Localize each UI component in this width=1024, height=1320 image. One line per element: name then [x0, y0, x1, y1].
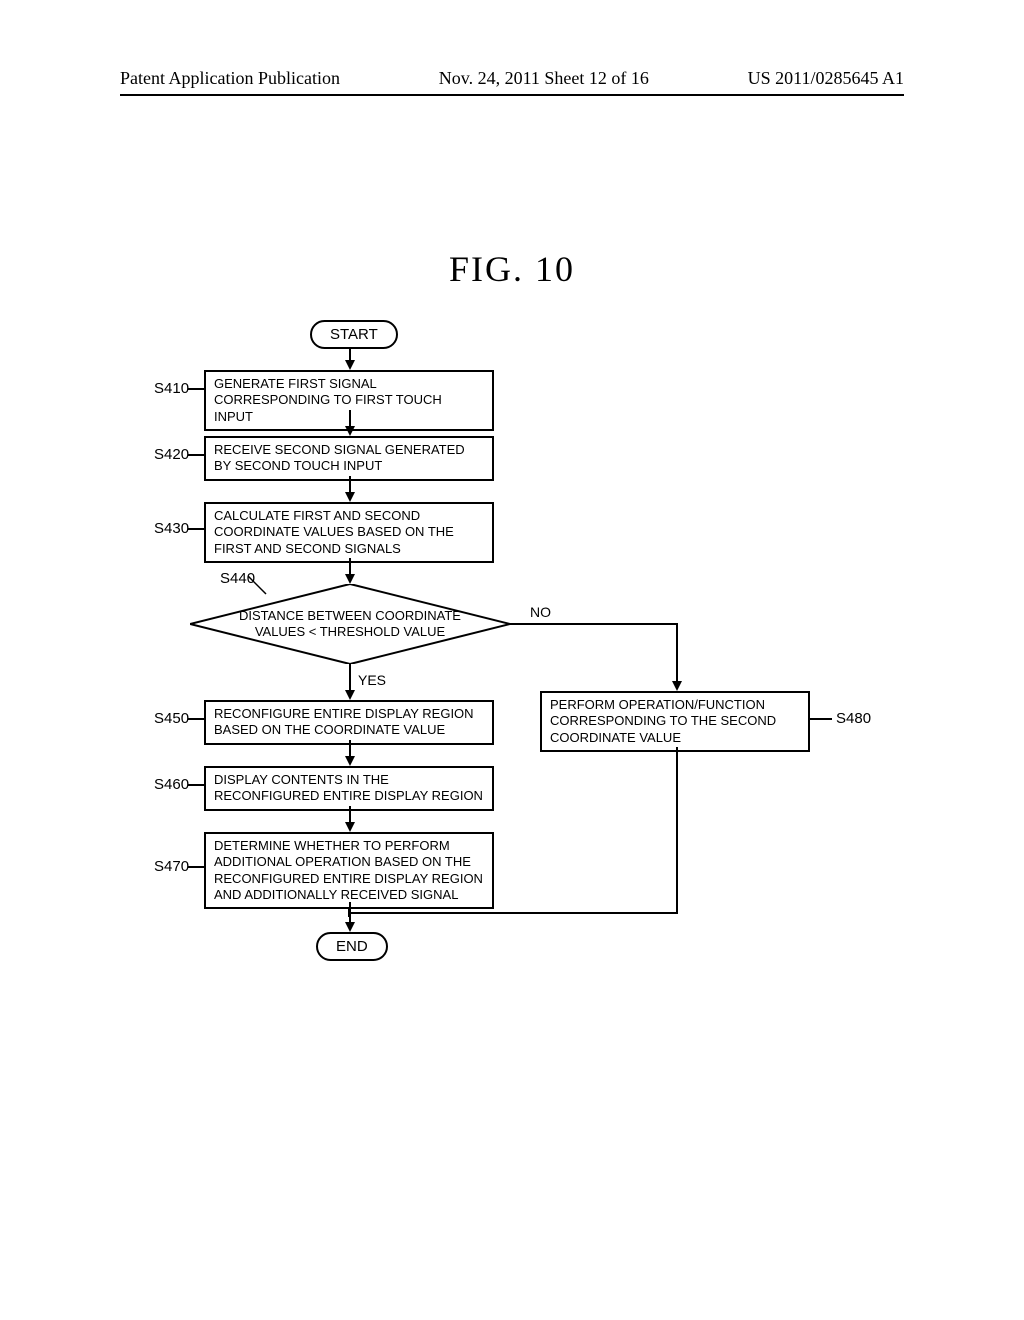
page-header: Patent Application Publication Nov. 24, …: [120, 68, 904, 89]
arrowhead-icon: [345, 574, 355, 584]
connector: [510, 623, 678, 625]
connector: [349, 664, 351, 692]
header-center: Nov. 24, 2011 Sheet 12 of 16: [439, 68, 649, 89]
label-s410: S410: [154, 380, 189, 397]
label-s460: S460: [154, 776, 189, 793]
arrowhead-icon: [345, 492, 355, 502]
merge-tick: [348, 907, 350, 917]
connector: [188, 784, 204, 786]
label-s450: S450: [154, 710, 189, 727]
connector: [188, 528, 204, 530]
process-s460: DISPLAY CONTENTS IN THE RECONFIGURED ENT…: [204, 766, 494, 811]
connector: [188, 718, 204, 720]
arrowhead-icon: [345, 690, 355, 700]
connector: [188, 454, 204, 456]
terminator-start: START: [310, 320, 398, 349]
arrowhead-icon: [345, 360, 355, 370]
decision-s440-text: DISTANCE BETWEEN COORDINATE VALUES < THR…: [190, 584, 510, 664]
arrowhead-icon: [672, 681, 682, 691]
process-s430: CALCULATE FIRST AND SECOND COORDINATE VA…: [204, 502, 494, 563]
label-s430: S430: [154, 520, 189, 537]
arrowhead-icon: [345, 426, 355, 436]
flowchart: START GENERATE FIRST SIGNAL CORRESPONDIN…: [140, 320, 900, 1100]
connector: [188, 866, 204, 868]
connector: [676, 747, 678, 912]
process-s480: PERFORM OPERATION/FUNCTION CORRESPONDING…: [540, 691, 810, 752]
header-right: US 2011/0285645 A1: [748, 68, 904, 89]
header-left: Patent Application Publication: [120, 68, 340, 89]
connector: [188, 388, 204, 390]
label-s480: S480: [836, 710, 871, 727]
process-s450: RECONFIGURE ENTIRE DISPLAY REGION BASED …: [204, 700, 494, 745]
connector: [810, 718, 832, 720]
label-s470: S470: [154, 858, 189, 875]
process-s470: DETERMINE WHETHER TO PERFORM ADDITIONAL …: [204, 832, 494, 909]
label-s420: S420: [154, 446, 189, 463]
label-no: NO: [530, 604, 551, 620]
header-rule: [120, 94, 904, 96]
page: Patent Application Publication Nov. 24, …: [0, 0, 1024, 1320]
terminator-end: END: [316, 932, 388, 961]
arrowhead-icon: [345, 922, 355, 932]
connector: [676, 623, 678, 683]
label-pointer-icon: [248, 576, 272, 600]
figure-title: FIG. 10: [0, 248, 1024, 290]
connector: [349, 912, 678, 914]
label-yes: YES: [358, 672, 386, 688]
decision-s440: DISTANCE BETWEEN COORDINATE VALUES < THR…: [190, 584, 510, 664]
arrowhead-icon: [345, 822, 355, 832]
arrowhead-icon: [345, 756, 355, 766]
process-s420: RECEIVE SECOND SIGNAL GENERATED BY SECON…: [204, 436, 494, 481]
